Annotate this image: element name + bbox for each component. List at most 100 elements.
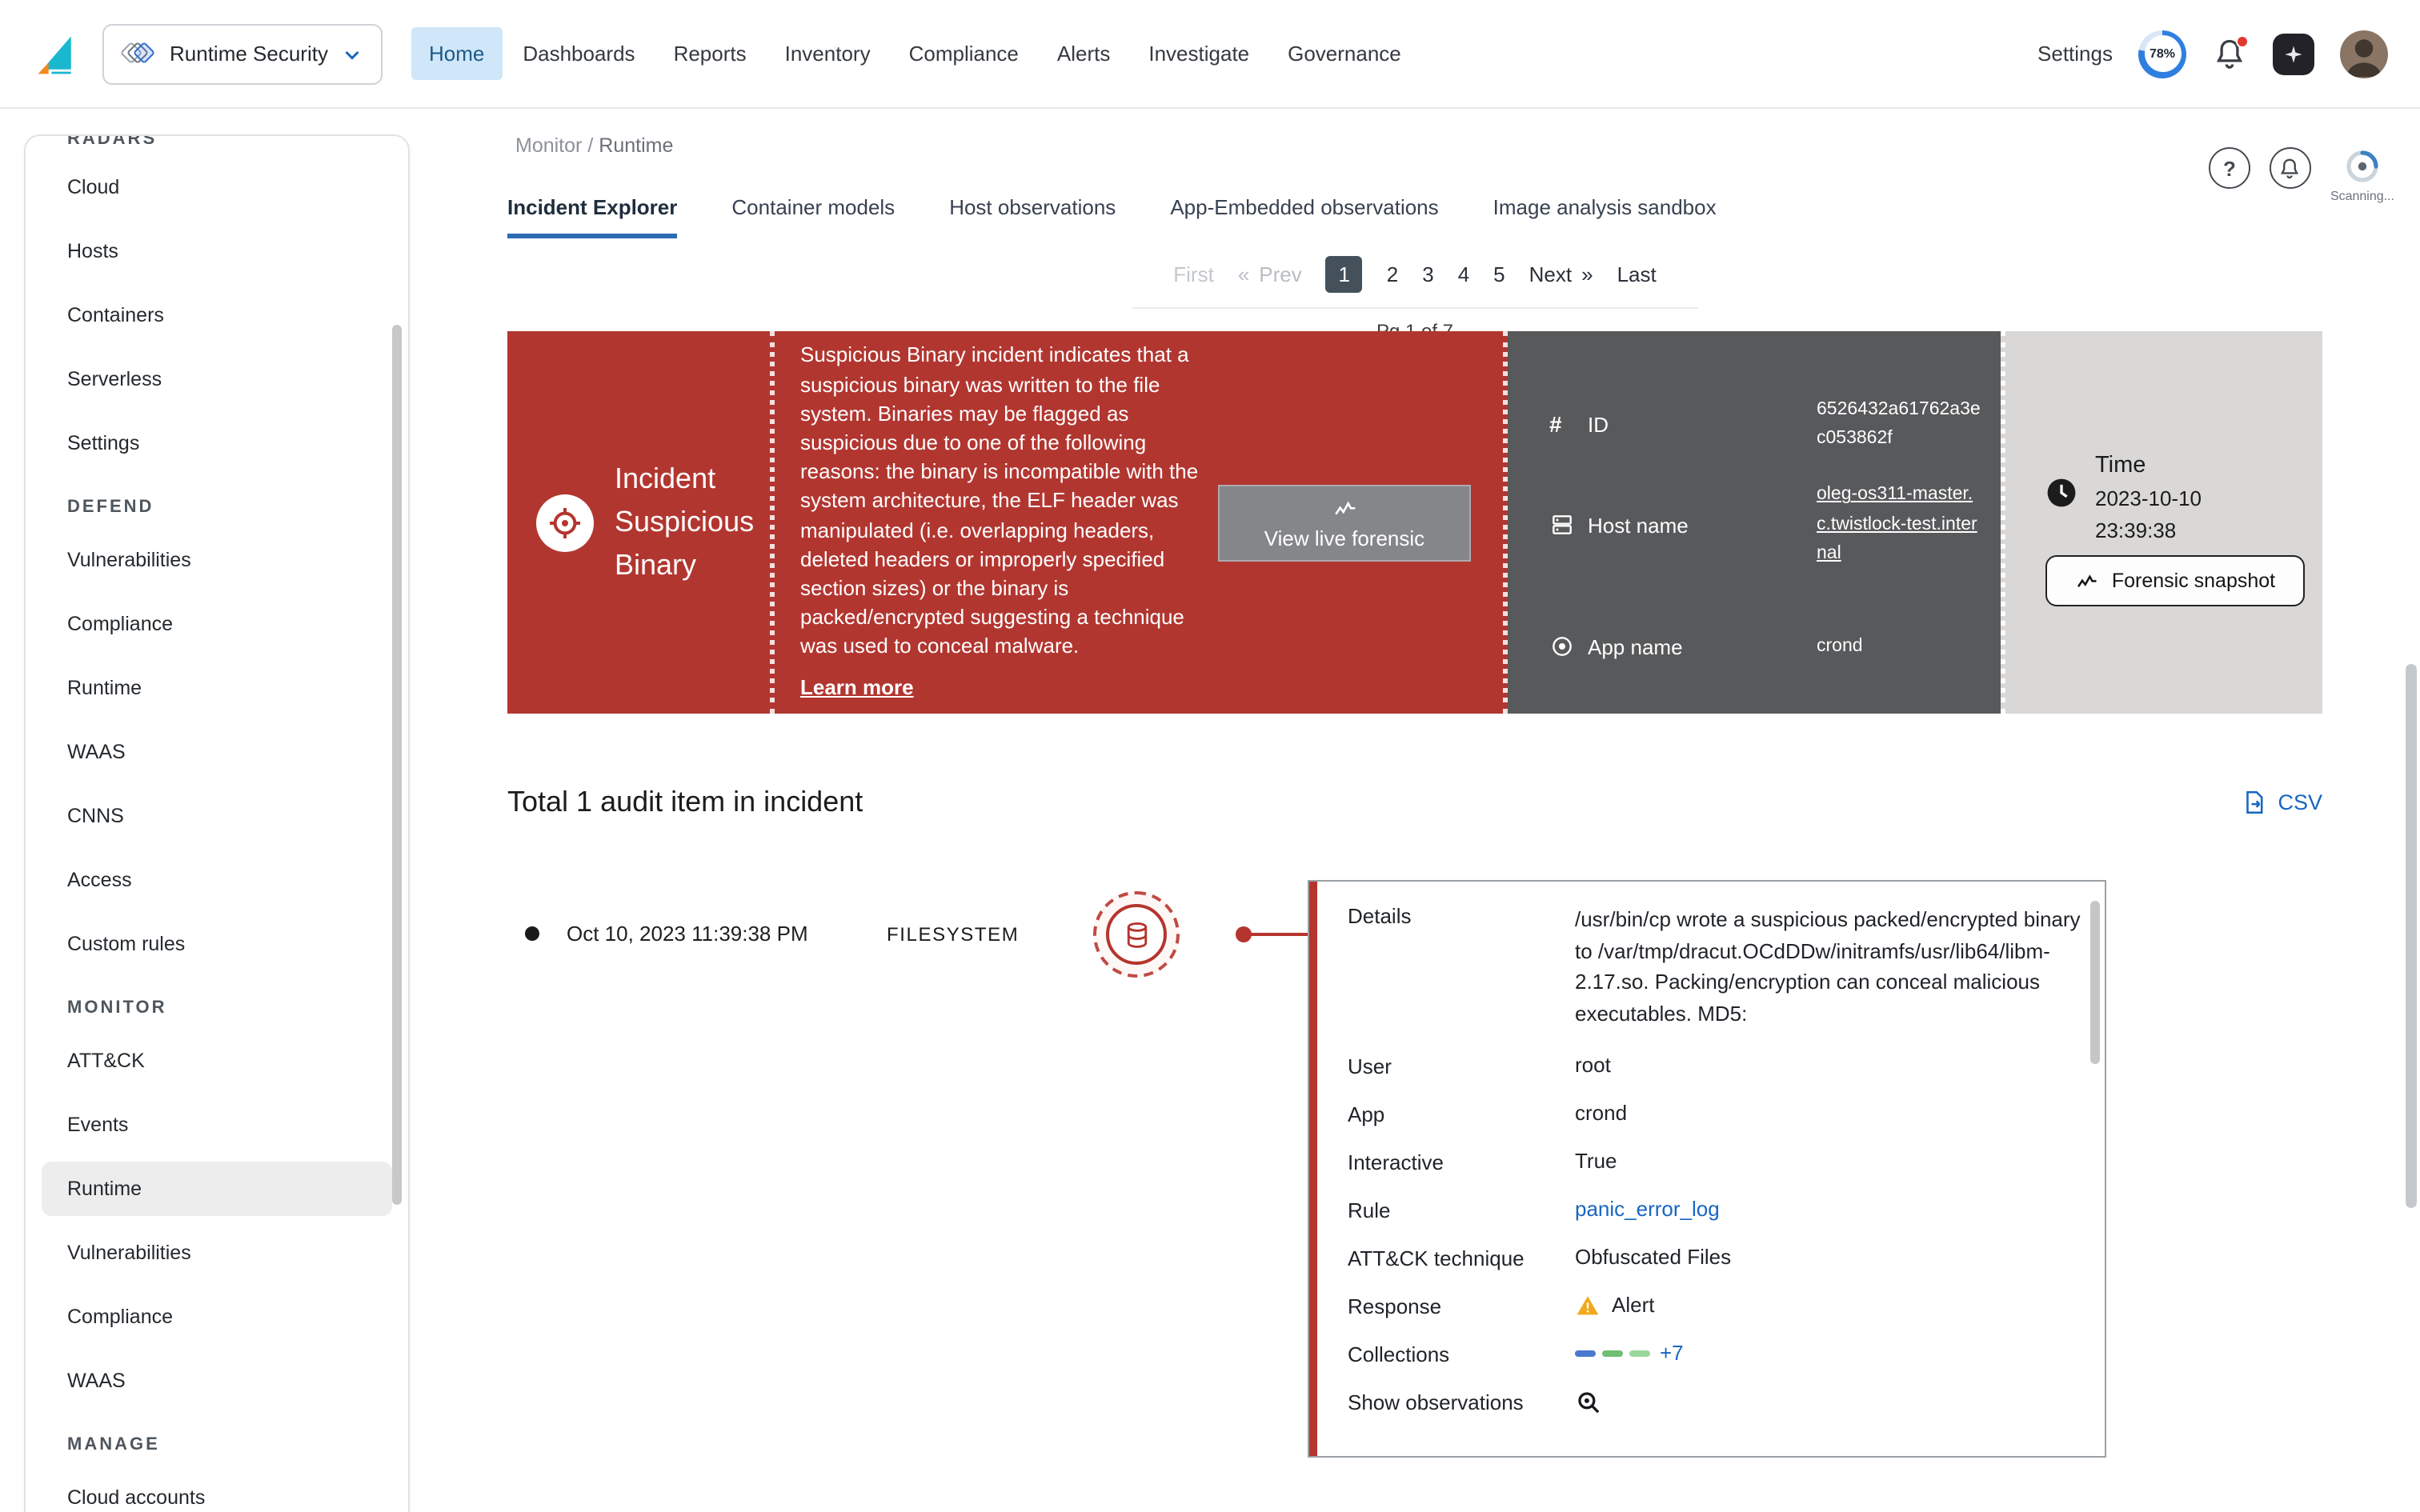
tab-host-observations[interactable]: Host observations [949,195,1116,238]
sidebar-item-defend-waas[interactable]: WAAS [26,720,408,784]
show-observations-icon[interactable] [1575,1388,2082,1415]
incident-meta-section: # ID 6526432a61762a3ec053862f Host name … [1508,331,2001,714]
time-label: Time [2095,453,2242,478]
detail-row-rule: Rule panic_error_log [1348,1186,2082,1234]
nav-compliance[interactable]: Compliance [891,27,1036,80]
detail-row-show-observations: Show observations [1348,1378,2082,1426]
sidebar-item-defend-runtime[interactable]: Runtime [26,656,408,720]
app-name-value: crond [1817,632,1985,662]
time-value: 2023-10-10 23:39:38 [2095,483,2242,546]
warning-icon [1575,1293,1601,1318]
sidebar-item-defend-vulnerabilities[interactable]: Vulnerabilities [26,528,408,592]
rule-link[interactable]: panic_error_log [1575,1194,2082,1226]
sidebar-item-containers[interactable]: Containers [26,283,408,347]
pagination-page-5[interactable]: 5 [1493,262,1504,286]
nav-reports[interactable]: Reports [656,27,764,80]
app-root: Runtime Security Home Dashboards Reports… [0,0,2420,1512]
scanning-label: Scanning... [2330,189,2394,203]
sidebar-section-radars: RADARS [26,134,408,155]
sidebar-item-serverless[interactable]: Serverless [26,347,408,411]
tab-app-embedded-observations[interactable]: App-Embedded observations [1170,195,1438,238]
forensic-snapshot-icon [2075,569,2099,593]
id-value: 6526432a61762a3ec053862f [1817,394,1985,454]
ai-assistant-icon[interactable] [2273,33,2314,74]
sidebar-item-cloud-accounts[interactable]: Cloud accounts [26,1466,408,1512]
nav-home[interactable]: Home [411,27,502,80]
sidebar-item-hosts[interactable]: Hosts [26,219,408,283]
product-selector-label: Runtime Security [170,42,328,66]
sidebar-item-custom-rules[interactable]: Custom rules [26,912,408,976]
sidebar-item-cnns[interactable]: CNNS [26,784,408,848]
navbar-right-cluster: Settings 78% [2037,30,2388,78]
nav-dashboards[interactable]: Dashboards [505,27,652,80]
breadcrumb-monitor[interactable]: Monitor [515,134,582,157]
collections-more-link[interactable]: +7 [1660,1338,1684,1370]
window-scrollbar[interactable] [2406,664,2417,1208]
tab-image-analysis-sandbox[interactable]: Image analysis sandbox [1493,195,1717,238]
notification-dot [2236,34,2249,47]
sidebar-item-monitor-waas[interactable]: WAAS [26,1349,408,1413]
view-live-forensic-button[interactable]: View live forensic [1218,484,1471,561]
nav-inventory[interactable]: Inventory [767,27,888,80]
forensic-icon [1332,495,1357,521]
user-avatar[interactable] [2340,30,2388,78]
sidebar-item-settings[interactable]: Settings [26,411,408,475]
health-progress-badge[interactable]: 78% [2138,30,2186,78]
pagination-first[interactable]: First [1173,262,1214,286]
details-value: /usr/bin/cp wrote a suspicious packed/en… [1575,904,2082,1029]
incident-id-row: # ID 6526432a61762a3ec053862f [1549,389,1985,459]
sidebar-item-monitor-compliance[interactable]: Compliance [26,1285,408,1349]
top-navbar: Runtime Security Home Dashboards Reports… [0,0,2420,109]
pagination-next[interactable]: Next » [1529,262,1593,286]
breadcrumb: Monitor / Runtime [515,134,673,157]
nav-alerts[interactable]: Alerts [1040,27,1128,80]
pagination-page-2[interactable]: 2 [1387,262,1398,286]
nav-governance[interactable]: Governance [1270,27,1419,80]
response-value: Alert [1612,1290,1654,1322]
notifications-bell-icon[interactable] [2212,36,2247,71]
product-selector-dropdown[interactable]: Runtime Security [102,23,383,84]
forensic-snapshot-button[interactable]: Forensic snapshot [2045,555,2305,606]
sidebar-scrollbar[interactable] [392,325,402,1205]
audit-item-type: FILESYSTEM [887,923,1019,946]
detail-row-attck-technique: ATT&CK technique Obfuscated Files [1348,1234,2082,1282]
help-icon[interactable]: ? [2209,147,2250,189]
sidebar-item-monitor-runtime[interactable]: Runtime [42,1162,392,1216]
pagination-last[interactable]: Last [1617,262,1657,286]
tab-incident-explorer[interactable]: Incident Explorer [507,195,677,238]
next-chevrons-icon: » [1581,262,1593,286]
scanning-status[interactable]: Scanning... [2330,147,2394,203]
sidebar-section-manage: MANAGE [26,1413,408,1466]
detail-row-details: Details /usr/bin/cp wrote a suspicious p… [1348,901,2082,1042]
collection-chips [1575,1350,1650,1357]
prev-chevrons-icon: « [1238,262,1249,286]
csv-export-link[interactable]: CSV [2241,789,2322,816]
sidebar-item-monitor-vulnerabilities[interactable]: Vulnerabilities [26,1221,408,1285]
sidebar-item-defend-compliance[interactable]: Compliance [26,592,408,656]
details-panel-scrollbar[interactable] [2090,901,2100,1064]
sidebar-item-attack[interactable]: ATT&CK [26,1029,408,1093]
filesystem-audit-icon[interactable] [1093,891,1180,978]
nav-investigate[interactable]: Investigate [1131,27,1267,80]
left-sidebar: RADARS Cloud Hosts Containers Serverless… [24,134,410,1512]
pagination-page-4[interactable]: 4 [1458,262,1469,286]
learn-more-link[interactable]: Learn more [800,674,914,703]
product-diamonds-icon [123,39,152,68]
sidebar-item-events[interactable]: Events [26,1093,408,1157]
brand-logo-icon [32,30,80,78]
host-name-link[interactable]: oleg-os311-master.c.twistlock-test.inter… [1817,481,1985,569]
tab-container-models[interactable]: Container models [731,195,895,238]
incident-card-title-section: Incident Suspicious Binary [507,331,770,714]
pagination-page-3[interactable]: 3 [1422,262,1433,286]
runtime-tabs: Incident Explorer Container models Host … [507,195,1717,238]
incident-card: Incident Suspicious Binary Suspicious Bi… [507,331,2322,714]
scanning-icon [2343,147,2382,186]
pagination-page-1[interactable]: 1 [1326,256,1363,293]
host-name-label: Host name [1588,513,1817,537]
sidebar-item-cloud[interactable]: Cloud [26,155,408,219]
alerts-bell-icon[interactable] [2270,147,2311,189]
sidebar-item-access[interactable]: Access [26,848,408,912]
pagination-prev[interactable]: « Prev [1238,262,1302,286]
settings-link[interactable]: Settings [2037,42,2113,66]
attck-technique-value: Obfuscated Files [1575,1242,2082,1274]
